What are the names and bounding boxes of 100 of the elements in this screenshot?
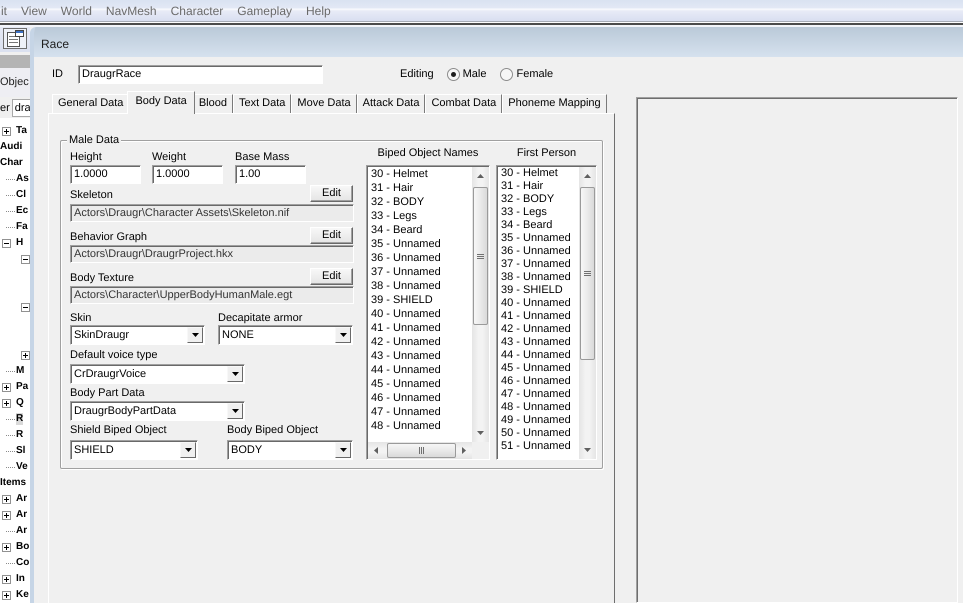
tree-item[interactable]: Pa: [16, 381, 28, 393]
plus-box-icon[interactable]: [2, 574, 11, 584]
down-arrow-icon[interactable]: [584, 448, 591, 452]
right-arrow-icon[interactable]: [462, 447, 466, 454]
tree-item[interactable]: Fa: [16, 221, 28, 233]
list-item[interactable]: 34 - Beard: [498, 219, 579, 232]
dropdown-button[interactable]: [187, 327, 203, 343]
tab[interactable]: Move Data: [291, 94, 357, 113]
radio-option[interactable]: Female: [500, 68, 554, 80]
dropdown-button[interactable]: [335, 327, 351, 343]
tree-item[interactable]: Ar: [16, 493, 28, 505]
list-item[interactable]: 42 - Unnamed: [368, 335, 472, 349]
number-field[interactable]: 1.00: [235, 165, 306, 184]
path-field[interactable]: Actors\Draugr\Character Assets\Skeleton.nif: [70, 204, 354, 222]
list-item[interactable]: 39 - SHIELD: [498, 284, 579, 297]
left-arrow-icon[interactable]: [374, 447, 378, 454]
tab[interactable]: Combat Data: [425, 94, 502, 113]
list-item[interactable]: 46 - Unnamed: [368, 391, 472, 405]
radio-icon[interactable]: [446, 68, 460, 80]
number-field[interactable]: 1.0000: [70, 165, 141, 184]
tree-item[interactable]: Ar: [16, 525, 28, 537]
tree-item[interactable]: Co: [16, 557, 30, 569]
tree-item[interactable]: Audi: [0, 141, 22, 153]
scrollbar-thumb[interactable]: [387, 443, 456, 458]
dropdown[interactable]: NONE: [218, 325, 353, 345]
tree-item[interactable]: As: [16, 173, 29, 185]
radio-option[interactable]: Male: [446, 68, 486, 80]
tree-item[interactable]: Ec: [16, 205, 28, 217]
tree-item[interactable]: M: [16, 365, 24, 377]
tree-item[interactable]: Q: [16, 397, 24, 409]
plus-box-icon[interactable]: [2, 126, 11, 136]
list-item[interactable]: 44 - Unnamed: [498, 349, 579, 362]
dropdown-button[interactable]: [227, 403, 243, 419]
tree-item[interactable]: Ta: [16, 125, 27, 137]
menu-item[interactable]: View: [14, 2, 54, 18]
tree-item[interactable]: H: [16, 237, 24, 249]
plus-box-icon[interactable]: [2, 382, 11, 392]
tree-item[interactable]: Ve: [16, 461, 28, 473]
dropdown[interactable]: BODY: [227, 440, 353, 460]
dropdown[interactable]: SHIELD: [70, 440, 198, 460]
menu-item[interactable]: Help: [299, 2, 338, 18]
scrollbar-thumb[interactable]: [580, 187, 595, 360]
list-item[interactable]: 40 - Unnamed: [498, 297, 579, 310]
minus-box-icon[interactable]: [21, 302, 30, 312]
tree-item[interactable]: Char: [0, 157, 23, 169]
list-item[interactable]: 43 - Unnamed: [368, 349, 472, 363]
menu-item[interactable]: it: [0, 2, 14, 18]
id-field[interactable]: DraugrRace: [78, 64, 323, 84]
horizontal-scrollbar[interactable]: [368, 442, 472, 459]
up-arrow-icon[interactable]: [477, 174, 484, 178]
tree-item[interactable]: Cl: [16, 189, 26, 201]
dropdown[interactable]: CrDraugrVoice: [70, 364, 245, 384]
list-item[interactable]: 50 - Unnamed: [498, 427, 579, 440]
plus-box-icon[interactable]: [2, 590, 11, 600]
plus-box-icon[interactable]: [2, 494, 11, 504]
tab[interactable]: General Data: [52, 94, 130, 113]
list-item[interactable]: 39 - SHIELD: [368, 293, 472, 307]
list-item[interactable]: 44 - Unnamed: [368, 363, 472, 377]
list-item[interactable]: 38 - Unnamed: [498, 271, 579, 284]
scrollbar-thumb[interactable]: [473, 187, 488, 325]
plus-box-icon[interactable]: [2, 398, 11, 408]
menu-item[interactable]: NavMesh: [98, 2, 164, 18]
list-item[interactable]: 36 - Unnamed: [368, 251, 472, 265]
tab[interactable]: Text Data: [232, 94, 292, 113]
tree-item[interactable]: In: [16, 573, 25, 585]
tree-item[interactable]: Sl: [16, 445, 26, 457]
list-item[interactable]: 51 - Unnamed: [498, 440, 579, 453]
minus-box-icon[interactable]: [2, 238, 11, 248]
list-item[interactable]: 49 - Unnamed: [498, 414, 579, 427]
tree-item[interactable]: Items: [0, 477, 26, 489]
list-item[interactable]: 32 - BODY: [498, 193, 579, 206]
down-arrow-icon[interactable]: [477, 431, 484, 435]
list-item[interactable]: 31 - Hair: [498, 180, 579, 193]
list-item[interactable]: 42 - Unnamed: [498, 323, 579, 336]
minus-box-icon[interactable]: [21, 254, 30, 264]
dropdown-button[interactable]: [180, 442, 196, 458]
vertical-scrollbar[interactable]: [579, 167, 596, 459]
list-item[interactable]: 36 - Unnamed: [498, 245, 579, 258]
path-field[interactable]: Actors\Character\UpperBodyHumanMale.egt: [70, 286, 354, 304]
dropdown-button[interactable]: [227, 366, 243, 382]
list-item[interactable]: 41 - Unnamed: [498, 310, 579, 323]
tree-item[interactable]: Ke: [16, 589, 29, 601]
list-item[interactable]: 37 - Unnamed: [498, 258, 579, 271]
list-item[interactable]: 35 - Unnamed: [498, 232, 579, 245]
plus-box-icon[interactable]: [21, 350, 30, 360]
radio-icon[interactable]: [500, 68, 514, 80]
tree-item[interactable]: R: [16, 413, 24, 425]
list-item[interactable]: 33 - Legs: [368, 209, 472, 223]
tab[interactable]: Attack Data: [356, 94, 426, 113]
list-item[interactable]: 48 - Unnamed: [498, 401, 579, 414]
edit-button[interactable]: Edit: [310, 268, 353, 285]
up-arrow-icon[interactable]: [584, 174, 591, 178]
plus-box-icon[interactable]: [2, 542, 11, 552]
list-item[interactable]: 30 - Helmet: [498, 167, 579, 180]
dropdown[interactable]: SkinDraugr: [70, 325, 205, 345]
list-item[interactable]: 48 - Unnamed: [368, 419, 472, 433]
list-item[interactable]: 32 - BODY: [368, 195, 472, 209]
list-item[interactable]: 38 - Unnamed: [368, 279, 472, 293]
menu-item[interactable]: Character: [164, 2, 230, 18]
list-item[interactable]: 47 - Unnamed: [498, 388, 579, 401]
